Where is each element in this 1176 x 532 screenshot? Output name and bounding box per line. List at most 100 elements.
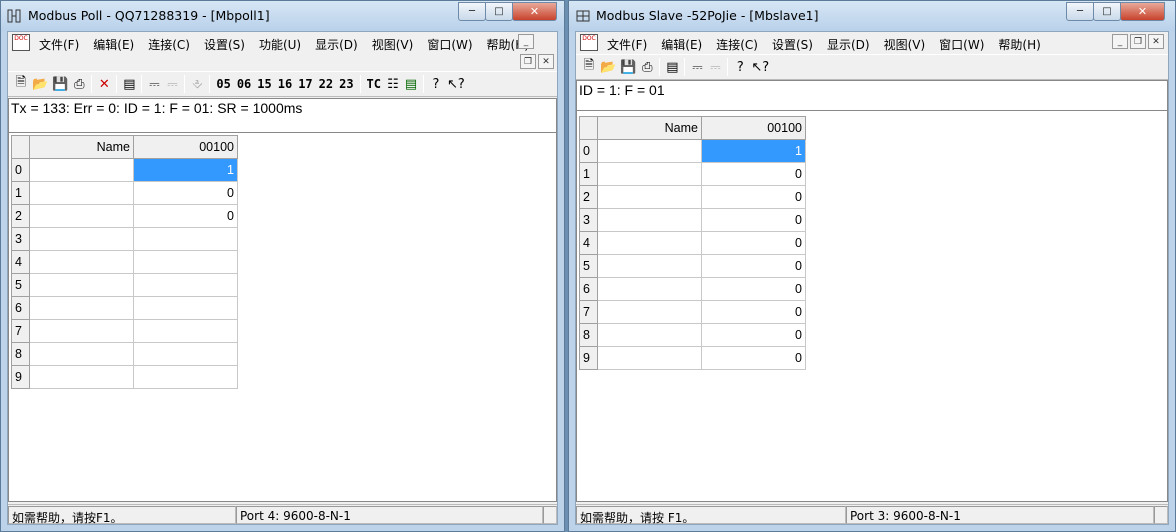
value-cell[interactable] xyxy=(133,342,238,366)
fn-05-button[interactable]: 05 xyxy=(213,74,233,94)
resize-grip[interactable] xyxy=(1154,505,1168,524)
fn-06-button[interactable]: 06 xyxy=(234,74,254,94)
row-index[interactable]: 4 xyxy=(579,231,598,255)
name-cell[interactable] xyxy=(597,162,702,186)
menu-item[interactable]: 设置(S) xyxy=(197,36,252,53)
table-row[interactable]: 9 xyxy=(11,365,238,389)
table-row[interactable]: 8 xyxy=(11,342,238,366)
table-row[interactable]: 5 xyxy=(11,273,238,297)
table-row[interactable]: 50 xyxy=(579,254,806,278)
row-index[interactable]: 4 xyxy=(11,250,30,274)
slave-grid-pane[interactable]: Name 00100 01102030405060708090 xyxy=(576,110,1168,502)
value-cell[interactable]: 0 xyxy=(701,185,806,209)
doc-icon[interactable]: DOC xyxy=(580,34,598,51)
help-button[interactable]: ? xyxy=(427,74,445,94)
menu-item[interactable]: 连接(C) xyxy=(141,36,197,53)
context-help-button[interactable]: ↖? xyxy=(445,74,467,94)
value-cell[interactable]: 0 xyxy=(701,162,806,186)
minimize-button[interactable]: ─ xyxy=(458,2,486,21)
value-cell[interactable] xyxy=(133,319,238,343)
menu-item[interactable]: 连接(C) xyxy=(709,36,765,53)
row-index[interactable]: 5 xyxy=(579,254,598,278)
connect-button[interactable]: ⎓ xyxy=(688,57,706,77)
row-index[interactable]: 1 xyxy=(11,181,30,205)
row-index[interactable]: 3 xyxy=(11,227,30,251)
monitor-button[interactable]: ☷ xyxy=(384,74,402,94)
row-index[interactable]: 0 xyxy=(11,158,30,182)
menu-item[interactable]: 视图(V) xyxy=(365,36,421,53)
address-column-header[interactable]: 00100 xyxy=(133,135,238,159)
value-cell[interactable] xyxy=(133,365,238,389)
name-cell[interactable] xyxy=(597,208,702,232)
maximize-button[interactable]: □ xyxy=(485,2,513,21)
print-button[interactable]: ⎙ xyxy=(638,57,656,77)
menu-item[interactable]: 功能(U) xyxy=(252,36,308,53)
maximize-button[interactable]: □ xyxy=(1093,2,1121,21)
value-cell[interactable]: 0 xyxy=(701,254,806,278)
name-cell[interactable] xyxy=(597,346,702,370)
fn-17-button[interactable]: 17 xyxy=(295,74,315,94)
mdi-close-button[interactable]: ✕ xyxy=(1148,34,1164,49)
menu-item[interactable]: 文件(F) xyxy=(32,36,86,53)
disconnect-button[interactable]: ⎓ xyxy=(706,57,724,77)
close-button[interactable]: ✕ xyxy=(1120,2,1165,21)
row-index[interactable]: 2 xyxy=(579,185,598,209)
connect-button[interactable]: ⎓ xyxy=(145,74,163,94)
value-cell[interactable]: 0 xyxy=(133,181,238,205)
value-cell[interactable] xyxy=(133,296,238,320)
poll-title-bar[interactable]: Modbus Poll - QQ71288319 - [Mbpoll1] ─ □… xyxy=(1,1,564,31)
chart-button[interactable]: ▤ xyxy=(402,74,420,94)
name-cell[interactable] xyxy=(29,227,134,251)
table-row[interactable]: 60 xyxy=(579,277,806,301)
name-cell[interactable] xyxy=(597,254,702,278)
name-column-header[interactable]: Name xyxy=(597,116,702,140)
row-index[interactable]: 7 xyxy=(579,300,598,324)
tc-button[interactable]: TC xyxy=(364,74,384,94)
value-cell[interactable]: 1 xyxy=(701,139,806,163)
table-row[interactable]: 10 xyxy=(579,162,806,186)
new-button[interactable]: 🗎 xyxy=(12,74,30,94)
menu-item[interactable]: 视图(V) xyxy=(877,36,933,53)
mdi-restore-button[interactable]: ❐ xyxy=(1130,34,1146,49)
slave-data-grid[interactable]: Name 00100 01102030405060708090 xyxy=(579,116,806,370)
name-cell[interactable] xyxy=(597,231,702,255)
resize-grip[interactable] xyxy=(543,505,557,524)
disconnect-button[interactable]: ⎓ xyxy=(163,74,181,94)
table-row[interactable]: 20 xyxy=(579,185,806,209)
delete-button[interactable]: ✕ xyxy=(95,74,113,94)
save-button[interactable]: 💾 xyxy=(50,74,70,94)
name-cell[interactable] xyxy=(29,204,134,228)
name-cell[interactable] xyxy=(29,342,134,366)
value-cell[interactable]: 0 xyxy=(133,204,238,228)
value-cell[interactable] xyxy=(133,273,238,297)
value-cell[interactable]: 0 xyxy=(701,323,806,347)
table-row[interactable]: 80 xyxy=(579,323,806,347)
table-row[interactable]: 20 xyxy=(11,204,238,228)
help-button[interactable]: ? xyxy=(731,57,749,77)
row-index[interactable]: 7 xyxy=(11,319,30,343)
row-index[interactable]: 8 xyxy=(11,342,30,366)
save-button[interactable]: 💾 xyxy=(618,57,638,77)
name-cell[interactable] xyxy=(597,323,702,347)
row-index[interactable]: 8 xyxy=(579,323,598,347)
value-cell[interactable]: 0 xyxy=(701,346,806,370)
table-row[interactable]: 90 xyxy=(579,346,806,370)
minimize-button[interactable]: ─ xyxy=(1066,2,1094,21)
menu-item[interactable]: 显示(D) xyxy=(308,36,365,53)
doc-icon[interactable]: DOC xyxy=(12,34,30,51)
window-button[interactable]: ▤ xyxy=(663,57,681,77)
menu-item[interactable]: 设置(S) xyxy=(765,36,820,53)
table-row[interactable]: 70 xyxy=(579,300,806,324)
mdi-restore-button[interactable]: ❐ xyxy=(520,54,536,69)
value-cell[interactable]: 1 xyxy=(133,158,238,182)
pulse-button[interactable]: ⎀ xyxy=(188,74,206,94)
row-index[interactable]: 9 xyxy=(579,346,598,370)
name-cell[interactable] xyxy=(597,277,702,301)
name-column-header[interactable]: Name xyxy=(29,135,134,159)
mdi-minimize-button[interactable]: _ xyxy=(1112,34,1128,49)
menu-item[interactable]: 编辑(E) xyxy=(86,36,141,53)
name-cell[interactable] xyxy=(597,300,702,324)
fn-16-button[interactable]: 16 xyxy=(275,74,295,94)
name-cell[interactable] xyxy=(29,273,134,297)
menu-item[interactable]: 帮助(H) xyxy=(991,36,1047,53)
